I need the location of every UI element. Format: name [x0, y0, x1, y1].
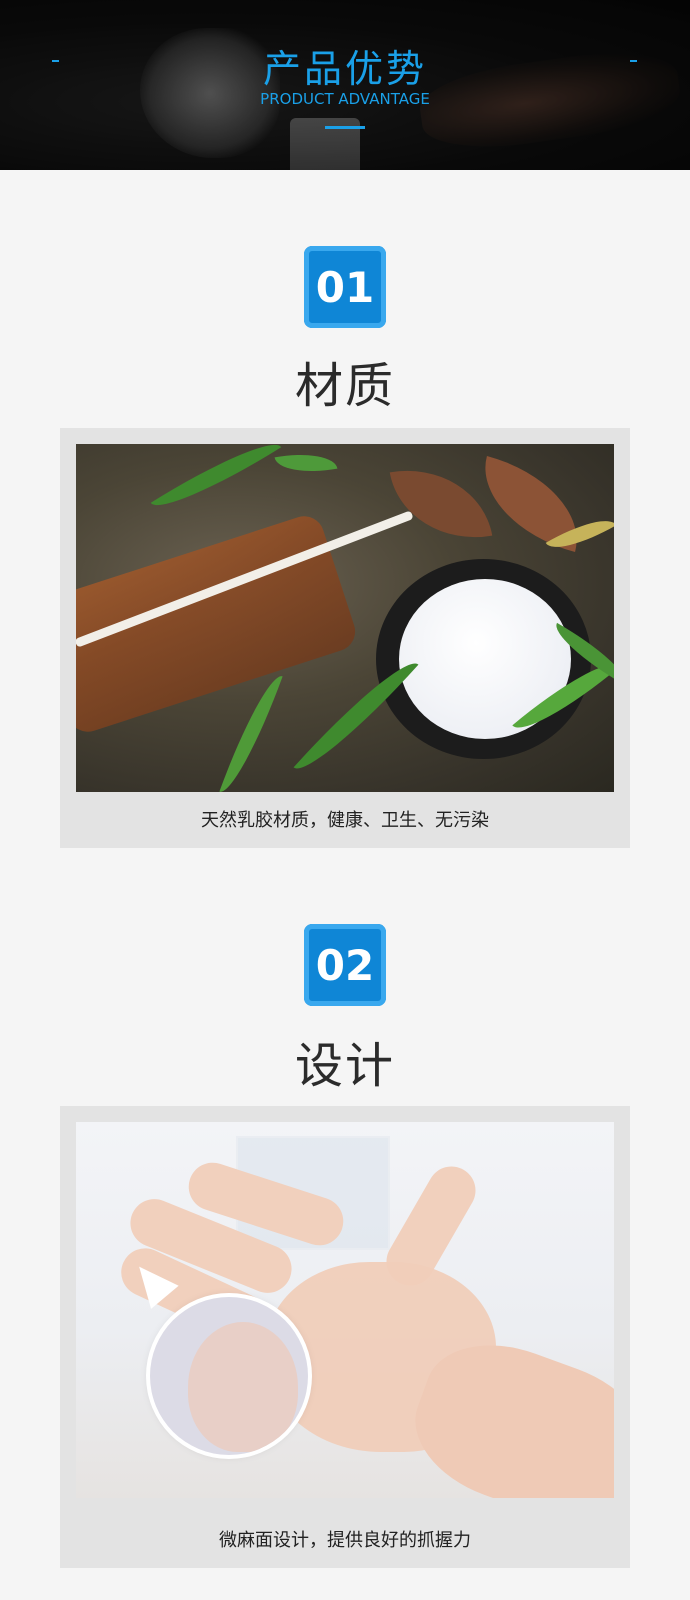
texture-zoom-circle	[150, 1297, 308, 1455]
feature-card: 微麻面设计，提供良好的抓握力	[60, 1106, 630, 1568]
section-title: 设计	[294, 1038, 395, 1094]
feature-caption: 微麻面设计，提供良好的抓握力	[219, 1530, 471, 1551]
section-number-badge: 02	[304, 924, 386, 1006]
glove-hand-image	[76, 1122, 614, 1498]
section-title: 材质	[294, 358, 395, 414]
section-number-badge: 01	[304, 246, 386, 328]
page-subtitle: PRODUCT ADVANTAGE	[260, 90, 430, 108]
feature-caption: 天然乳胶材质，健康、卫生、无污染	[201, 810, 489, 831]
feature-card: 天然乳胶材质，健康、卫生、无污染	[60, 428, 630, 848]
page-title: 产品优势	[262, 47, 427, 91]
latex-collection-image	[76, 444, 614, 792]
title-underline	[325, 126, 365, 129]
header-banner: 产品优势 PRODUCT ADVANTAGE	[0, 0, 690, 170]
